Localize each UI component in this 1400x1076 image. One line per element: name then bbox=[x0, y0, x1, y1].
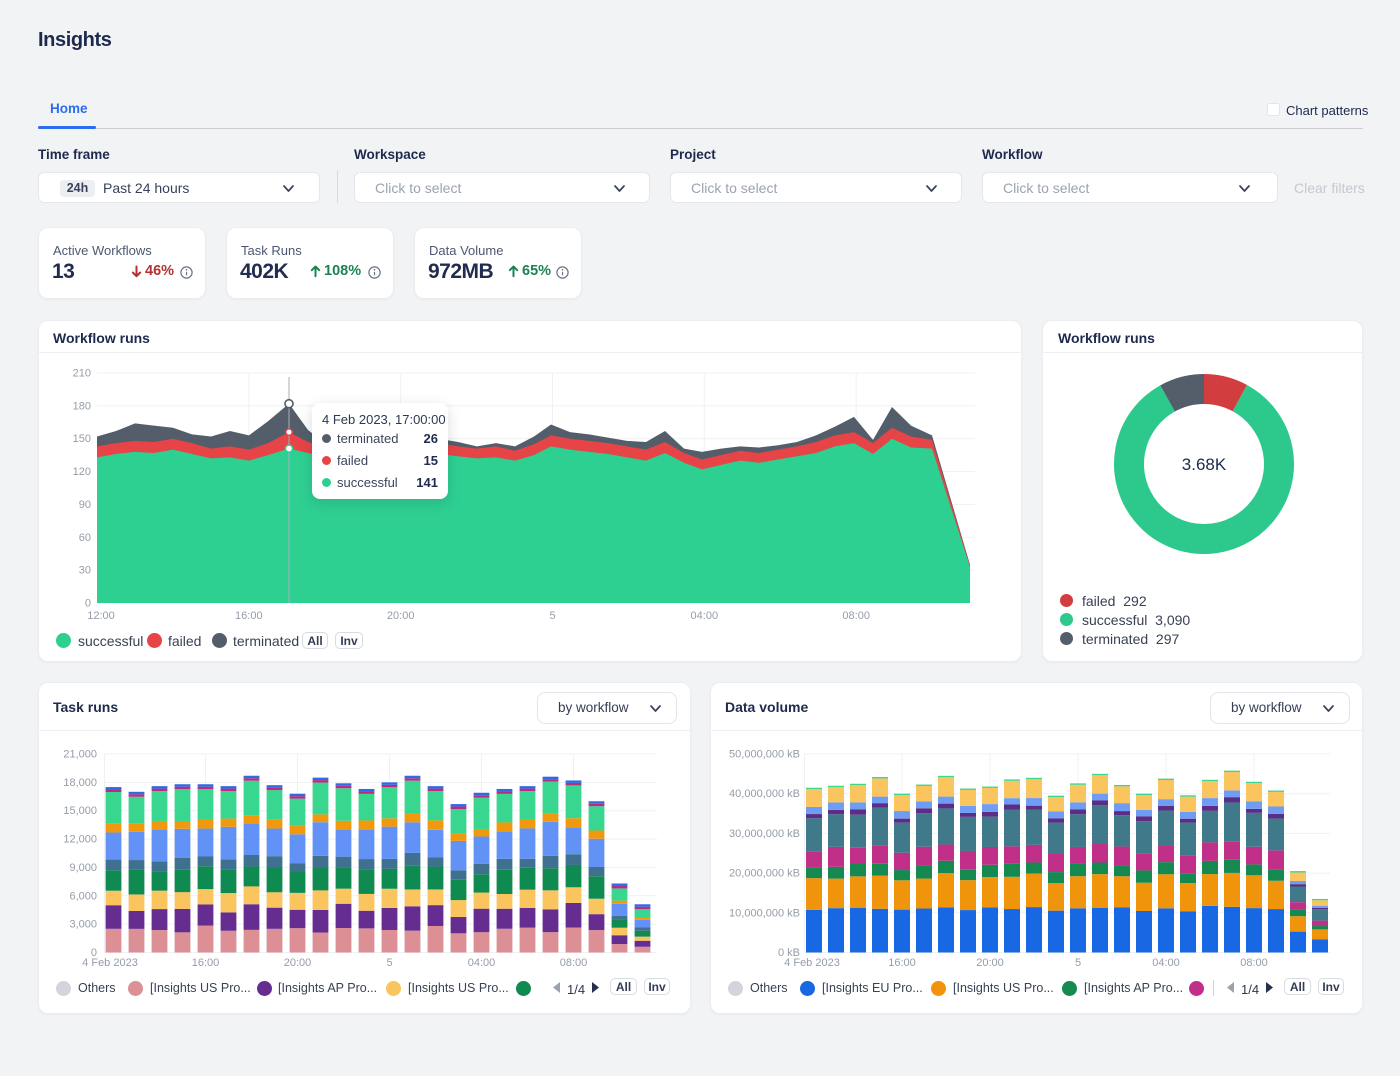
svg-text:08:00: 08:00 bbox=[1240, 957, 1268, 969]
svg-text:40,000,000 kB: 40,000,000 kB bbox=[729, 788, 800, 800]
svg-text:10,000,000 kB: 10,000,000 kB bbox=[729, 907, 800, 919]
svg-text:20,000,000 kB: 20,000,000 kB bbox=[729, 868, 800, 880]
svg-text:4 Feb 2023: 4 Feb 2023 bbox=[784, 957, 840, 969]
svg-text:16:00: 16:00 bbox=[888, 957, 916, 969]
svg-text:50,000,000 kB: 50,000,000 kB bbox=[729, 749, 800, 761]
svg-text:5: 5 bbox=[1075, 957, 1081, 969]
svg-text:30,000,000 kB: 30,000,000 kB bbox=[729, 828, 800, 840]
svg-text:04:00: 04:00 bbox=[1152, 957, 1180, 969]
svg-text:20:00: 20:00 bbox=[976, 957, 1004, 969]
